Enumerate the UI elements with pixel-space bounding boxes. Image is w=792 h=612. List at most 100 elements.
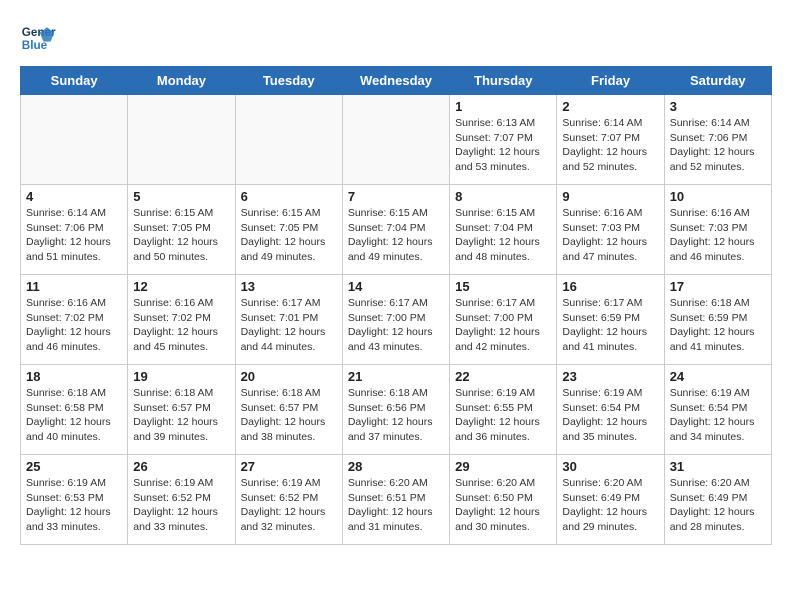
day-number: 7 bbox=[348, 189, 444, 204]
day-number: 21 bbox=[348, 369, 444, 384]
calendar-cell: 31 Sunrise: 6:20 AM Sunset: 6:49 PM Dayli… bbox=[664, 455, 771, 545]
calendar-cell: 9 Sunrise: 6:16 AM Sunset: 7:03 PM Daylig… bbox=[557, 185, 664, 275]
week-row-3: 11 Sunrise: 6:16 AM Sunset: 7:02 PM Dayli… bbox=[21, 275, 772, 365]
calendar-cell: 15 Sunrise: 6:17 AM Sunset: 7:00 PM Dayli… bbox=[450, 275, 557, 365]
column-header-friday: Friday bbox=[557, 67, 664, 95]
day-number: 17 bbox=[670, 279, 766, 294]
day-info: Sunrise: 6:17 AM Sunset: 7:00 PM Dayligh… bbox=[348, 296, 444, 355]
day-number: 3 bbox=[670, 99, 766, 114]
day-number: 13 bbox=[241, 279, 337, 294]
day-info: Sunrise: 6:14 AM Sunset: 7:06 PM Dayligh… bbox=[670, 116, 766, 175]
day-info: Sunrise: 6:19 AM Sunset: 6:52 PM Dayligh… bbox=[133, 476, 229, 535]
day-number: 22 bbox=[455, 369, 551, 384]
logo: General Blue bbox=[20, 20, 60, 56]
day-number: 30 bbox=[562, 459, 658, 474]
day-info: Sunrise: 6:14 AM Sunset: 7:07 PM Dayligh… bbox=[562, 116, 658, 175]
calendar-cell: 28Sunrise: 6:20 AM Sunset: 6:51 PM Dayli… bbox=[342, 455, 449, 545]
calendar-cell: 13 Sunrise: 6:17 AM Sunset: 7:01 PM Dayli… bbox=[235, 275, 342, 365]
calendar-cell: 26 Sunrise: 6:19 AM Sunset: 6:52 PM Dayli… bbox=[128, 455, 235, 545]
column-header-wednesday: Wednesday bbox=[342, 67, 449, 95]
day-number: 12 bbox=[133, 279, 229, 294]
day-info: Sunrise: 6:18 AM Sunset: 6:56 PM Dayligh… bbox=[348, 386, 444, 445]
day-info: Sunrise: 6:20 AM Sunset: 6:49 PM Dayligh… bbox=[670, 476, 766, 535]
day-number: 31 bbox=[670, 459, 766, 474]
logo-icon: General Blue bbox=[20, 20, 56, 56]
day-number: 28 bbox=[348, 459, 444, 474]
calendar-header-row: SundayMondayTuesdayWednesdayThursdayFrid… bbox=[21, 67, 772, 95]
day-info: Sunrise: 6:16 AM Sunset: 7:02 PM Dayligh… bbox=[133, 296, 229, 355]
day-number: 2 bbox=[562, 99, 658, 114]
week-row-1: 1 Sunrise: 6:13 AM Sunset: 7:07 PM Daylig… bbox=[21, 95, 772, 185]
calendar-cell: 20 Sunrise: 6:18 AM Sunset: 6:57 PM Dayli… bbox=[235, 365, 342, 455]
calendar-cell: 19 Sunrise: 6:18 AM Sunset: 6:57 PM Dayli… bbox=[128, 365, 235, 455]
calendar-cell: 18Sunrise: 6:18 AM Sunset: 6:58 PM Dayli… bbox=[21, 365, 128, 455]
day-info: Sunrise: 6:18 AM Sunset: 6:59 PM Dayligh… bbox=[670, 296, 766, 355]
calendar-cell: 27Sunrise: 6:19 AM Sunset: 6:52 PM Dayli… bbox=[235, 455, 342, 545]
week-row-2: 4 Sunrise: 6:14 AM Sunset: 7:06 PM Daylig… bbox=[21, 185, 772, 275]
column-header-monday: Monday bbox=[128, 67, 235, 95]
day-number: 14 bbox=[348, 279, 444, 294]
day-number: 8 bbox=[455, 189, 551, 204]
day-info: Sunrise: 6:15 AM Sunset: 7:05 PM Dayligh… bbox=[133, 206, 229, 265]
day-number: 26 bbox=[133, 459, 229, 474]
day-number: 25 bbox=[26, 459, 122, 474]
day-info: Sunrise: 6:14 AM Sunset: 7:06 PM Dayligh… bbox=[26, 206, 122, 265]
day-number: 29 bbox=[455, 459, 551, 474]
day-info: Sunrise: 6:13 AM Sunset: 7:07 PM Dayligh… bbox=[455, 116, 551, 175]
day-number: 9 bbox=[562, 189, 658, 204]
day-info: Sunrise: 6:15 AM Sunset: 7:05 PM Dayligh… bbox=[241, 206, 337, 265]
day-number: 10 bbox=[670, 189, 766, 204]
day-info: Sunrise: 6:16 AM Sunset: 7:03 PM Dayligh… bbox=[670, 206, 766, 265]
day-number: 15 bbox=[455, 279, 551, 294]
day-info: Sunrise: 6:19 AM Sunset: 6:54 PM Dayligh… bbox=[562, 386, 658, 445]
day-number: 24 bbox=[670, 369, 766, 384]
day-number: 11 bbox=[26, 279, 122, 294]
day-number: 20 bbox=[241, 369, 337, 384]
day-info: Sunrise: 6:17 AM Sunset: 7:00 PM Dayligh… bbox=[455, 296, 551, 355]
calendar-cell bbox=[235, 95, 342, 185]
day-info: Sunrise: 6:18 AM Sunset: 6:57 PM Dayligh… bbox=[241, 386, 337, 445]
day-info: Sunrise: 6:16 AM Sunset: 7:02 PM Dayligh… bbox=[26, 296, 122, 355]
week-row-5: 25Sunrise: 6:19 AM Sunset: 6:53 PM Dayli… bbox=[21, 455, 772, 545]
day-number: 6 bbox=[241, 189, 337, 204]
day-number: 4 bbox=[26, 189, 122, 204]
page-header: General Blue bbox=[20, 20, 772, 56]
calendar-cell: 1 Sunrise: 6:13 AM Sunset: 7:07 PM Daylig… bbox=[450, 95, 557, 185]
column-header-thursday: Thursday bbox=[450, 67, 557, 95]
day-info: Sunrise: 6:15 AM Sunset: 7:04 PM Dayligh… bbox=[348, 206, 444, 265]
day-number: 1 bbox=[455, 99, 551, 114]
calendar-table: SundayMondayTuesdayWednesdayThursdayFrid… bbox=[20, 66, 772, 545]
calendar-cell: 3 Sunrise: 6:14 AM Sunset: 7:06 PM Daylig… bbox=[664, 95, 771, 185]
calendar-cell: 2 Sunrise: 6:14 AM Sunset: 7:07 PM Daylig… bbox=[557, 95, 664, 185]
column-header-sunday: Sunday bbox=[21, 67, 128, 95]
day-info: Sunrise: 6:17 AM Sunset: 7:01 PM Dayligh… bbox=[241, 296, 337, 355]
day-info: Sunrise: 6:16 AM Sunset: 7:03 PM Dayligh… bbox=[562, 206, 658, 265]
day-number: 23 bbox=[562, 369, 658, 384]
calendar-cell bbox=[128, 95, 235, 185]
calendar-cell: 22 Sunrise: 6:19 AM Sunset: 6:55 PM Dayli… bbox=[450, 365, 557, 455]
calendar-cell: 5 Sunrise: 6:15 AM Sunset: 7:05 PM Daylig… bbox=[128, 185, 235, 275]
day-info: Sunrise: 6:18 AM Sunset: 6:57 PM Dayligh… bbox=[133, 386, 229, 445]
calendar-cell: 16 Sunrise: 6:17 AM Sunset: 6:59 PM Dayli… bbox=[557, 275, 664, 365]
day-info: Sunrise: 6:19 AM Sunset: 6:52 PM Dayligh… bbox=[241, 476, 337, 535]
day-info: Sunrise: 6:20 AM Sunset: 6:50 PM Dayligh… bbox=[455, 476, 551, 535]
calendar-cell: 14 Sunrise: 6:17 AM Sunset: 7:00 PM Dayli… bbox=[342, 275, 449, 365]
calendar-cell: 6 Sunrise: 6:15 AM Sunset: 7:05 PM Daylig… bbox=[235, 185, 342, 275]
day-number: 19 bbox=[133, 369, 229, 384]
calendar-cell: 12 Sunrise: 6:16 AM Sunset: 7:02 PM Dayli… bbox=[128, 275, 235, 365]
calendar-cell: 17 Sunrise: 6:18 AM Sunset: 6:59 PM Dayli… bbox=[664, 275, 771, 365]
column-header-saturday: Saturday bbox=[664, 67, 771, 95]
day-info: Sunrise: 6:15 AM Sunset: 7:04 PM Dayligh… bbox=[455, 206, 551, 265]
day-info: Sunrise: 6:17 AM Sunset: 6:59 PM Dayligh… bbox=[562, 296, 658, 355]
column-header-tuesday: Tuesday bbox=[235, 67, 342, 95]
calendar-cell: 7 Sunrise: 6:15 AM Sunset: 7:04 PM Daylig… bbox=[342, 185, 449, 275]
day-info: Sunrise: 6:19 AM Sunset: 6:55 PM Dayligh… bbox=[455, 386, 551, 445]
calendar-cell: 24Sunrise: 6:19 AM Sunset: 6:54 PM Dayli… bbox=[664, 365, 771, 455]
calendar-cell: 10 Sunrise: 6:16 AM Sunset: 7:03 PM Dayli… bbox=[664, 185, 771, 275]
day-number: 16 bbox=[562, 279, 658, 294]
day-number: 5 bbox=[133, 189, 229, 204]
day-info: Sunrise: 6:20 AM Sunset: 6:49 PM Dayligh… bbox=[562, 476, 658, 535]
calendar-cell bbox=[21, 95, 128, 185]
day-number: 18 bbox=[26, 369, 122, 384]
calendar-cell: 25Sunrise: 6:19 AM Sunset: 6:53 PM Dayli… bbox=[21, 455, 128, 545]
